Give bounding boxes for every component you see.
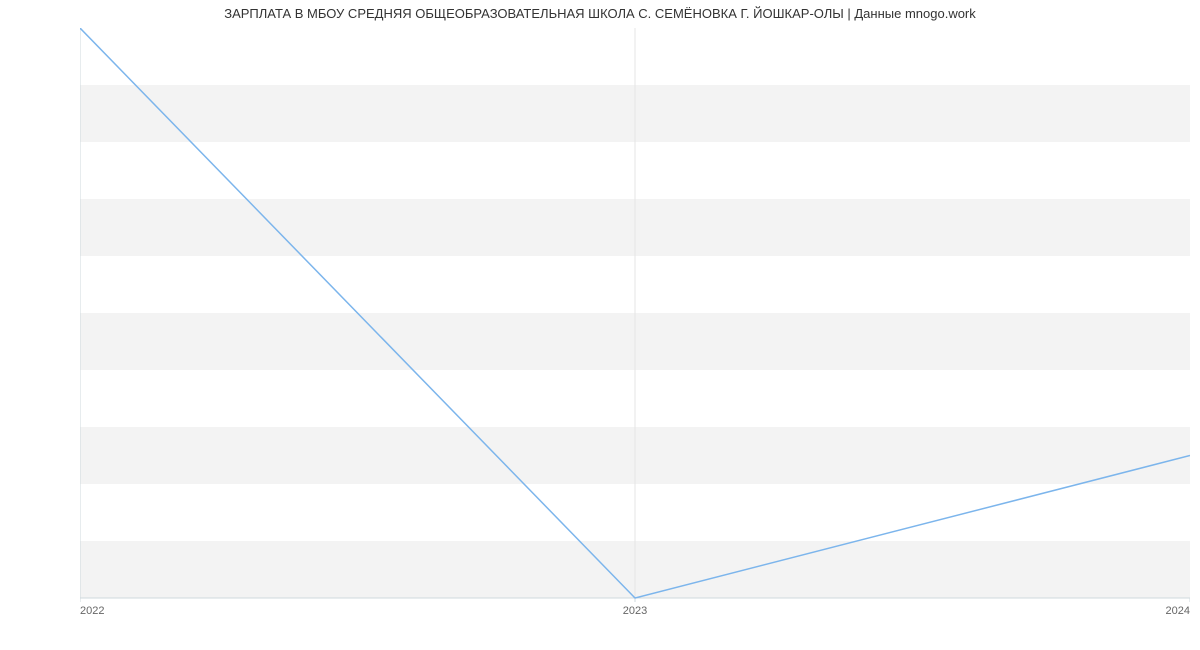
plot-area: 3000032000340003600038000400004200044000… bbox=[80, 28, 1190, 598]
x-tick-label: 2022 bbox=[80, 605, 104, 617]
chart-title: ЗАРПЛАТА В МБОУ СРЕДНЯЯ ОБЩЕОБРАЗОВАТЕЛЬ… bbox=[0, 6, 1200, 21]
chart-container: ЗАРПЛАТА В МБОУ СРЕДНЯЯ ОБЩЕОБРАЗОВАТЕЛЬ… bbox=[0, 0, 1200, 650]
chart-svg: 3000032000340003600038000400004200044000… bbox=[80, 28, 1190, 628]
x-tick-label: 2023 bbox=[623, 605, 647, 617]
x-tick-label: 2024 bbox=[1166, 605, 1190, 617]
